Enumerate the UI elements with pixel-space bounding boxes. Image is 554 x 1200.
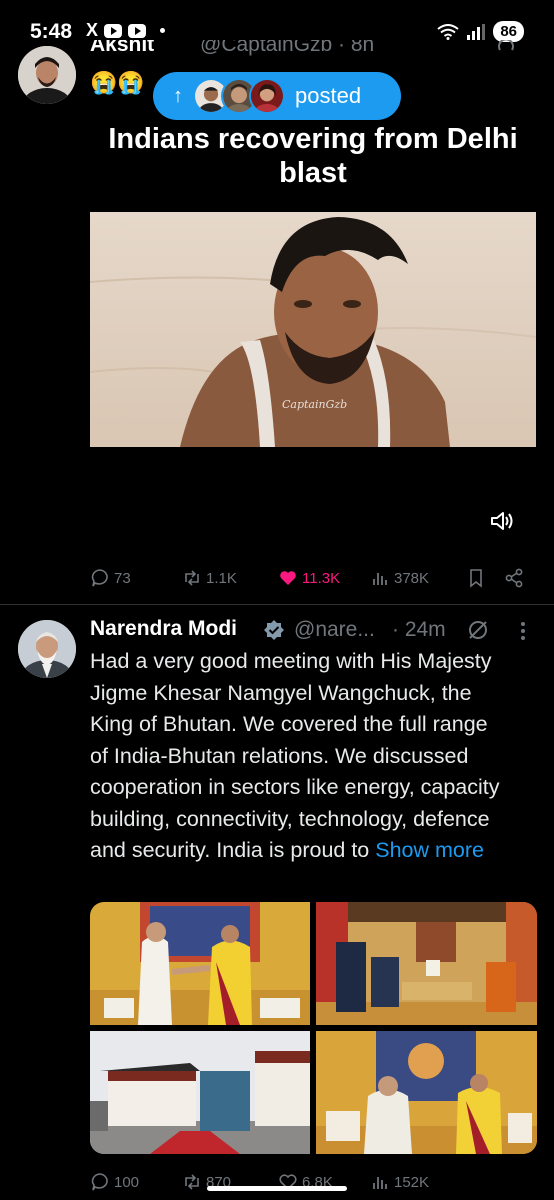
verified-badge-icon: [264, 620, 284, 640]
reply-count: 73: [114, 569, 131, 587]
author-handle[interactable]: @CaptainGzb · 8h: [200, 40, 374, 56]
meme-caption: Indians recovering from Delhi blast: [108, 123, 518, 189]
post-body-text: Had a very good meeting with His Majesty…: [90, 649, 500, 862]
repost-icon: [185, 1174, 199, 1190]
notification-dot-icon: [160, 28, 166, 33]
post-photo[interactable]: [90, 1031, 310, 1154]
bookmark-button[interactable]: [466, 568, 486, 588]
x-logo-icon: X: [86, 20, 99, 40]
reply-icon: [91, 569, 108, 587]
like-count: 11.3K: [302, 569, 341, 587]
post-photo[interactable]: [316, 902, 537, 1025]
grok-icon[interactable]: [467, 619, 489, 641]
post-photo[interactable]: [316, 1031, 537, 1154]
home-indicator[interactable]: [207, 1186, 347, 1191]
like-button[interactable]: 11.3K: [278, 568, 340, 588]
views-count: 378K: [394, 569, 430, 587]
author-avatar[interactable]: [18, 620, 76, 678]
author-name[interactable]: Narendra Modi: [90, 617, 237, 641]
post-media-image[interactable]: CaptainGzb: [90, 212, 536, 447]
views-button[interactable]: 378K: [370, 568, 429, 588]
reply-count: 100: [114, 1173, 140, 1191]
post-divider: [0, 604, 554, 605]
author-handle[interactable]: @nare...: [294, 618, 375, 642]
post-text: Had a very good meeting with His Majesty…: [90, 646, 510, 867]
author-avatar[interactable]: [18, 46, 76, 104]
post-time[interactable]: · 24m: [392, 618, 446, 642]
signal-icon: [467, 23, 486, 40]
reply-button[interactable]: 73: [90, 568, 131, 588]
battery-indicator: 86: [493, 21, 524, 42]
views-icon: [373, 573, 387, 585]
views-button[interactable]: 152K: [370, 1172, 429, 1192]
photo-grid: [90, 902, 537, 1154]
post-emoji: 😭😭: [90, 70, 145, 95]
grok-icon[interactable]: [496, 40, 516, 54]
reply-icon: [91, 1173, 108, 1191]
new-posts-pill[interactable]: ↑ posted: [153, 72, 401, 120]
arrow-up-icon: ↑: [173, 84, 183, 107]
show-more-link[interactable]: Show more: [375, 838, 484, 862]
status-notification-icons: X: [86, 20, 166, 41]
views-count: 152K: [394, 1173, 430, 1191]
bookmark-icon: [470, 569, 482, 588]
author-name[interactable]: Akshit: [90, 40, 154, 56]
image-watermark: CaptainGzb: [282, 398, 348, 411]
share-icon: [505, 568, 523, 588]
posted-label: posted: [295, 83, 362, 108]
pill-avatar-stack: [193, 78, 285, 114]
post-photo[interactable]: [90, 902, 310, 1025]
avatar: [249, 78, 285, 114]
more-options-icon[interactable]: [518, 620, 528, 642]
status-system-icons: 86: [437, 21, 524, 42]
youtube-icon: [104, 23, 123, 38]
status-time: 5:48: [30, 20, 73, 43]
repost-icon: [185, 570, 199, 586]
youtube-icon: [128, 23, 147, 38]
volume-icon[interactable]: [488, 508, 514, 534]
post-action-bar: 73 1.1K 11.3K 378K: [90, 564, 530, 594]
heart-filled-icon: [280, 571, 296, 585]
repost-count: 1.1K: [206, 569, 237, 587]
post-action-bar-partial: 100 870 6.8K 152K: [0, 1168, 554, 1200]
repost-button[interactable]: 1.1K: [182, 568, 237, 588]
views-icon: [373, 1177, 387, 1189]
share-button[interactable]: [504, 568, 524, 588]
wifi-icon: [437, 23, 459, 40]
reply-button[interactable]: 100: [90, 1172, 139, 1192]
